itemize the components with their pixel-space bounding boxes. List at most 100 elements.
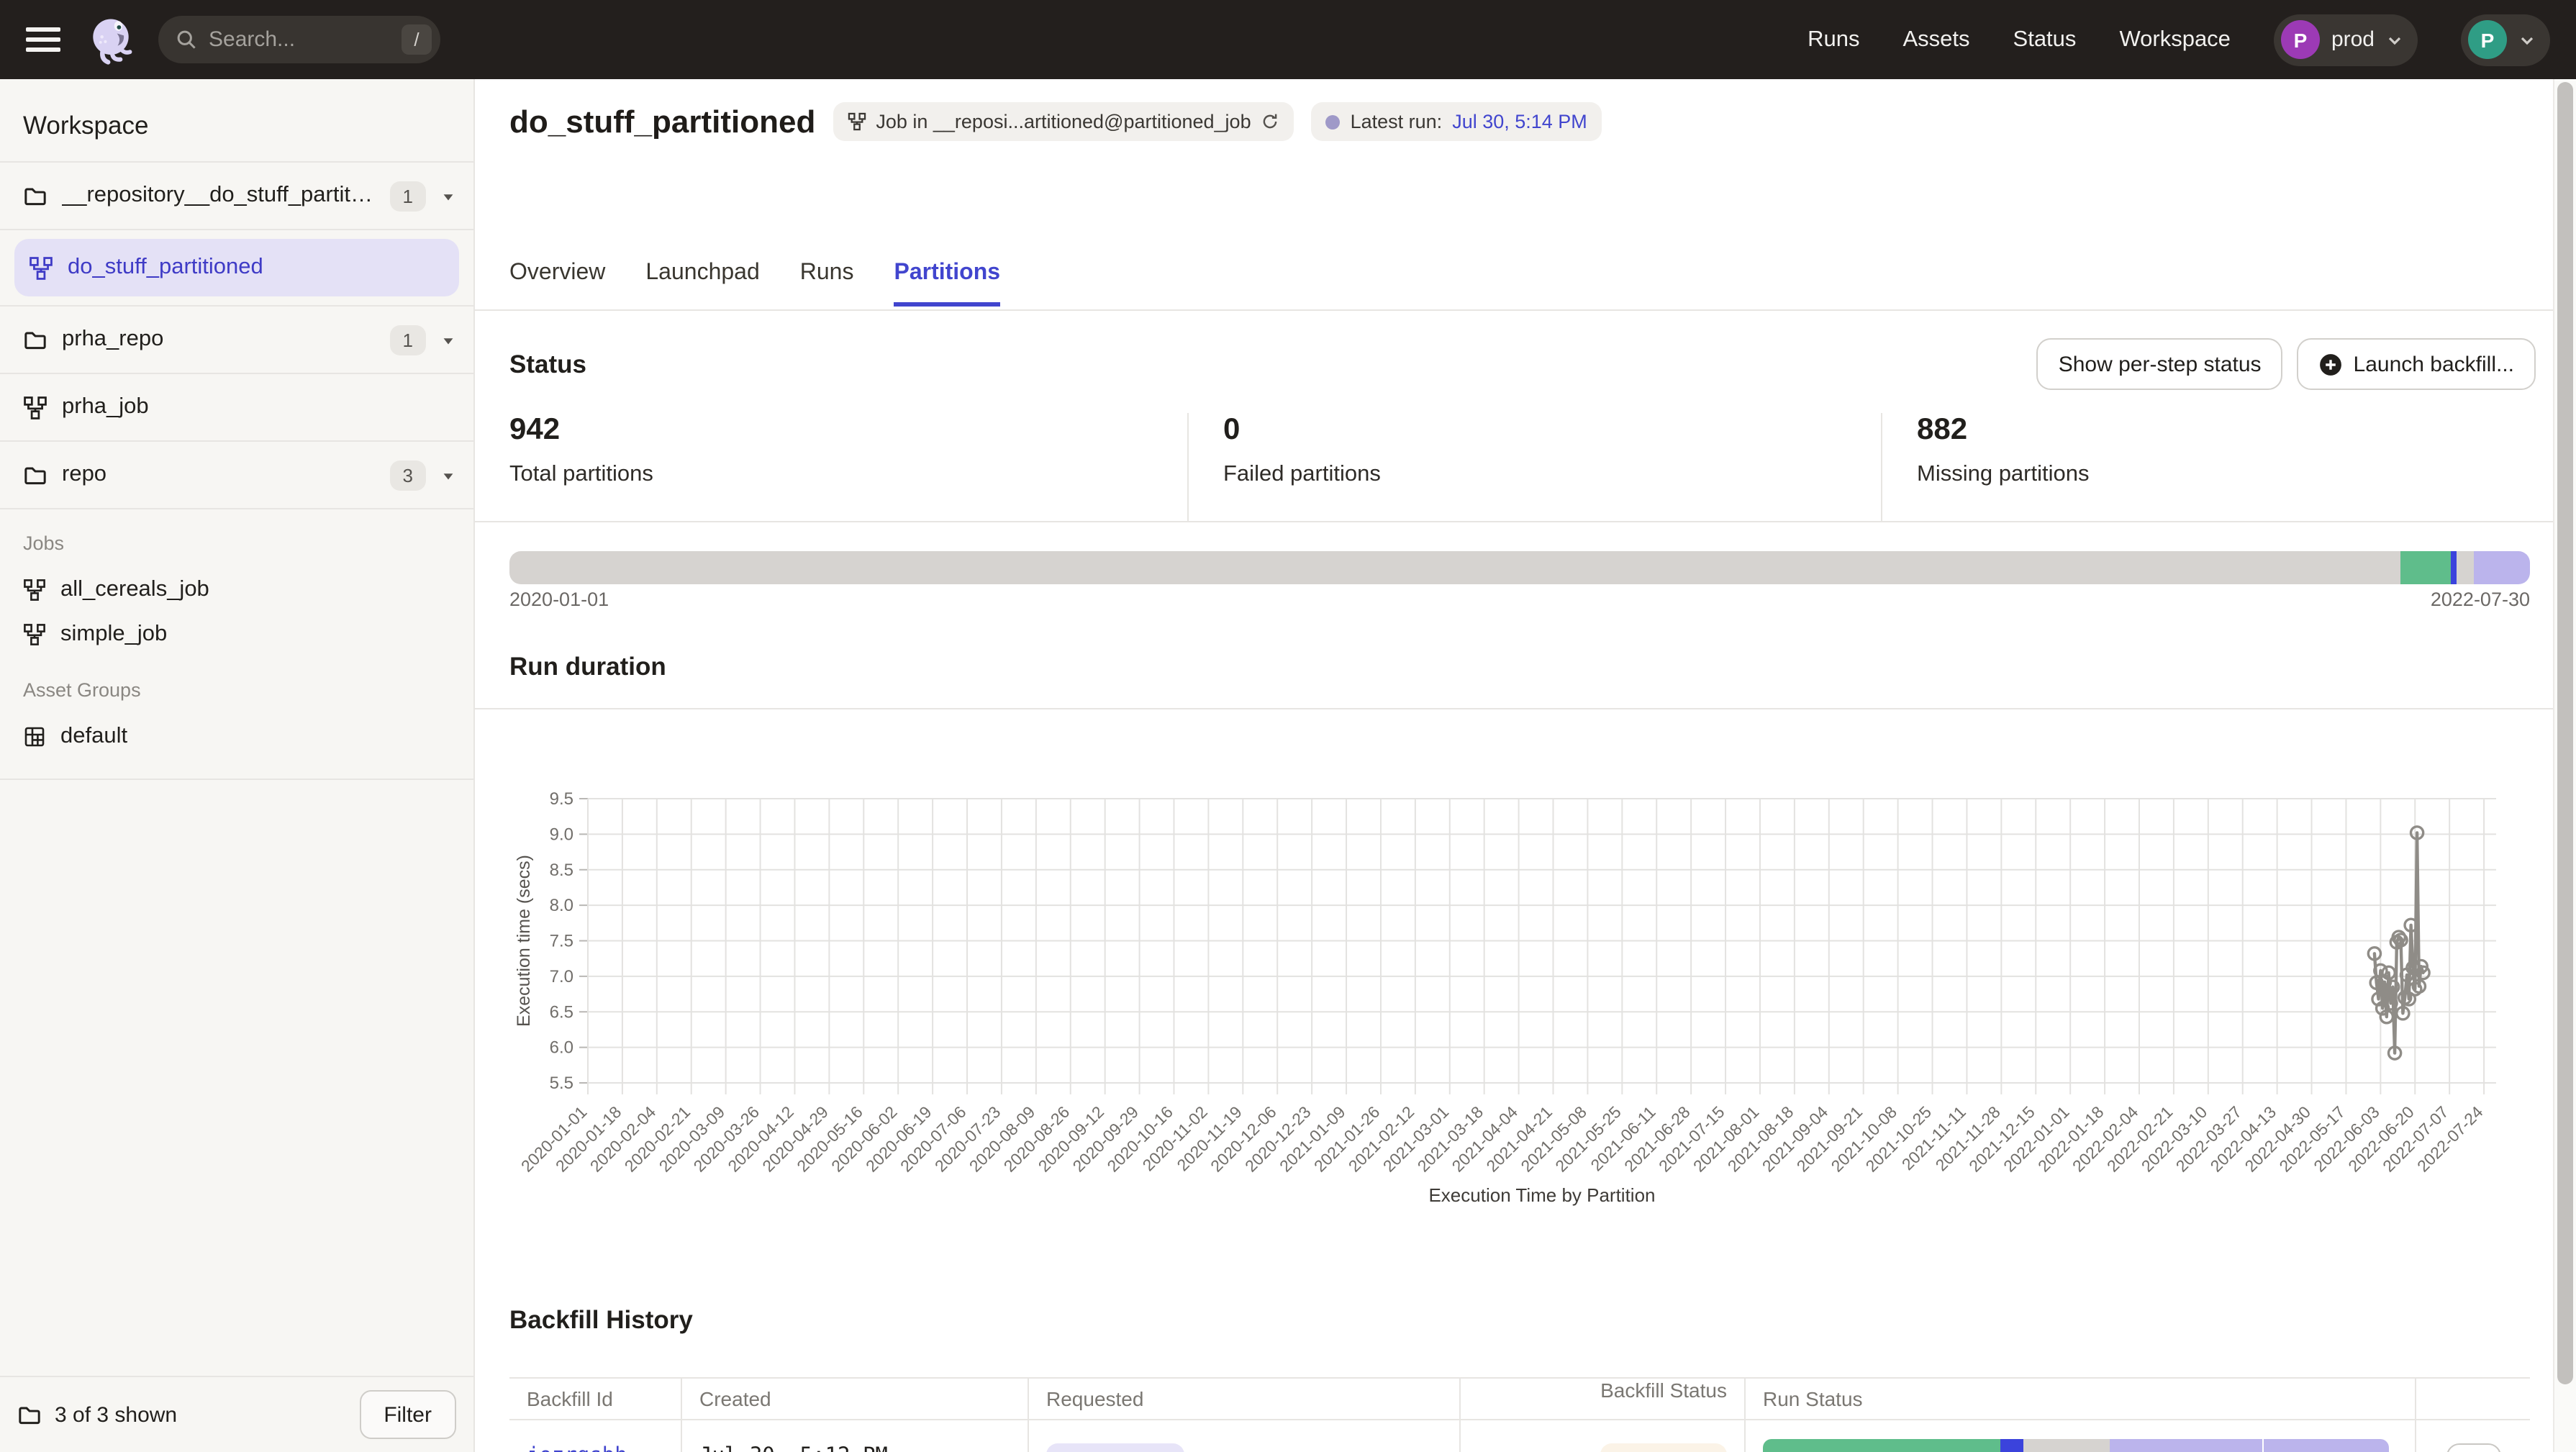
- stat-label: Missing partitions: [1917, 462, 2536, 488]
- page-header: do_stuff_partitioned Job in __reposi...a…: [509, 102, 1602, 141]
- chart-label: 9.0: [550, 825, 573, 844]
- caret-down-icon[interactable]: [440, 332, 456, 348]
- expand-backfill-button[interactable]: [2446, 1443, 2500, 1452]
- job-icon: [847, 112, 866, 131]
- caret-down-icon[interactable]: [440, 188, 456, 204]
- col-backfill-status: Backfill Status: [1461, 1379, 1746, 1419]
- chevron-down-icon: [2518, 31, 2536, 48]
- deployment-switcher[interactable]: P prod: [2274, 14, 2418, 65]
- top-nav: Search... / Runs Assets Status Workspace…: [0, 0, 2576, 79]
- sidebar-item-label: prha_job: [62, 394, 456, 420]
- sidebar-item-label: __repository__do_stuff_partitio...: [62, 183, 376, 209]
- nav-link-assets[interactable]: Assets: [1903, 27, 1970, 53]
- partition-status-bar[interactable]: [509, 551, 2530, 584]
- partition-stats: 942 Total partitions 0 Failed partitions…: [509, 413, 2536, 521]
- show-per-step-status-button[interactable]: Show per-step status: [2037, 338, 2283, 390]
- search-input[interactable]: Search... /: [158, 16, 440, 63]
- search-icon: [176, 29, 197, 50]
- nav-link-status[interactable]: Status: [2013, 27, 2077, 53]
- stat-label: Failed partitions: [1223, 462, 1881, 488]
- launch-backfill-label: Launch backfill...: [2354, 352, 2514, 376]
- bar-segment: [2001, 1439, 2023, 1452]
- item-count-badge: 1: [390, 181, 426, 211]
- chart-label: 5.5: [550, 1074, 573, 1093]
- filter-button[interactable]: Filter: [359, 1390, 456, 1439]
- dagster-logo-icon[interactable]: [83, 12, 138, 67]
- main-content: do_stuff_partitioned Job in __reposi...a…: [475, 79, 2576, 1452]
- deployment-avatar: P: [2281, 20, 2320, 59]
- nav-link-runs[interactable]: Runs: [1808, 27, 1859, 53]
- bar-segment: [1763, 1439, 2001, 1452]
- user-menu[interactable]: P: [2461, 14, 2550, 65]
- reload-icon[interactable]: [1261, 112, 1280, 131]
- range-end: 2022-07-30: [2431, 589, 2530, 610]
- sidebar-item-all-cereals-job[interactable]: all_cereals_job: [0, 567, 473, 612]
- page-scrollbar[interactable]: [2553, 79, 2576, 1452]
- range-start: 2020-01-01: [509, 589, 609, 610]
- tab-launchpad[interactable]: Launchpad: [645, 260, 759, 307]
- latest-run-time-link[interactable]: Jul 30, 5:14 PM: [1452, 111, 1587, 132]
- user-avatar: P: [2468, 20, 2507, 59]
- sidebar-item-repo[interactable]: repo 3: [0, 442, 473, 509]
- item-count-badge: 3: [390, 460, 426, 490]
- tab-partitions[interactable]: Partitions: [894, 260, 1000, 307]
- bar-segment: [2473, 551, 2530, 584]
- stat-label: Total partitions: [509, 462, 1187, 488]
- sidebar-item-simple-job[interactable]: simple_job: [0, 612, 473, 656]
- backfill-id-link[interactable]: jozrgsbh: [527, 1445, 627, 1452]
- job-tabs: Overview Launchpad Runs Partitions: [509, 260, 1000, 307]
- dagster-app: Search... / Runs Assets Status Workspace…: [0, 0, 2576, 1452]
- sidebar-item-label: all_cereals_job: [60, 576, 209, 602]
- sidebar-item-label: repo: [62, 462, 376, 488]
- bar-segment: [2457, 551, 2473, 584]
- sidebar-item-repository[interactable]: __repository__do_stuff_partitio... 1: [0, 163, 473, 230]
- chart-mark: [2380, 1011, 2393, 1023]
- tabs-divider: [475, 309, 2576, 311]
- backfill-row: jozrgsbh Jul 30, 5:12 PM 60 partitions 2…: [509, 1420, 2530, 1452]
- chart-mark: [2395, 934, 2407, 946]
- stats-divider: [475, 521, 2576, 522]
- chart-mark: [2411, 827, 2423, 839]
- nav-links: Runs Assets Status Workspace P prod P: [1808, 14, 2550, 65]
- chart-label: 6.0: [550, 1038, 573, 1058]
- status-header: Status Show per-step status Launch backf…: [509, 338, 2536, 390]
- folder-icon: [23, 463, 47, 487]
- chart-label: 9.5: [550, 789, 573, 809]
- chevron-down-icon: [2386, 31, 2403, 48]
- job-icon: [23, 578, 46, 601]
- chart-mark: [2387, 981, 2399, 993]
- repo-contents: Jobs all_cereals_job simple_job: [0, 509, 473, 780]
- stat-value: 882: [1917, 413, 2536, 448]
- col-created: Created: [682, 1379, 1029, 1419]
- job-origin-tag[interactable]: Job in __reposi...artitioned@partitioned…: [833, 102, 1294, 141]
- chart-label: 6.5: [550, 1002, 573, 1022]
- sidebar-title: Workspace: [0, 79, 473, 163]
- chart-label: 7.5: [550, 932, 573, 951]
- caret-down-icon[interactable]: [440, 467, 456, 483]
- sidebar-item-do-stuff-partitioned[interactable]: do_stuff_partitioned: [14, 239, 459, 296]
- requested-partitions-badge[interactable]: 60 partitions: [1046, 1443, 1185, 1452]
- sidebar-item-label: prha_repo: [62, 327, 376, 353]
- run-duration-heading: Run duration: [509, 652, 666, 682]
- sidebar-item-default-group[interactable]: default: [0, 714, 473, 758]
- asset-group-icon: [23, 725, 46, 748]
- item-count-badge: 1: [390, 325, 426, 355]
- col-run-status: Run Status: [1746, 1379, 2416, 1419]
- workspace-sidebar: Workspace __repository__do_stuff_partiti…: [0, 79, 475, 1452]
- col-requested: Requested: [1029, 1379, 1461, 1419]
- folder-icon: [17, 1402, 42, 1427]
- run-status-bar[interactable]: [1763, 1439, 2389, 1452]
- nav-link-workspace[interactable]: Workspace: [2119, 27, 2231, 53]
- sidebar-item-prha-repo[interactable]: prha_repo 1: [0, 307, 473, 374]
- launch-backfill-button[interactable]: Launch backfill...: [2298, 338, 2536, 390]
- col-expand: [2416, 1379, 2530, 1419]
- sidebar-selected-wrap: do_stuff_partitioned: [0, 230, 473, 307]
- tab-runs[interactable]: Runs: [800, 260, 854, 307]
- sidebar-footer: 3 of 3 shown Filter: [0, 1376, 473, 1452]
- hamburger-menu-icon[interactable]: [26, 27, 60, 52]
- scrollbar-thumb[interactable]: [2557, 82, 2573, 1384]
- tab-overview[interactable]: Overview: [509, 260, 605, 307]
- sidebar-item-label: do_stuff_partitioned: [68, 255, 263, 281]
- sidebar-item-prha-job[interactable]: prha_job: [0, 374, 473, 442]
- backfill-status-badge: Incomplete: [1600, 1443, 1727, 1452]
